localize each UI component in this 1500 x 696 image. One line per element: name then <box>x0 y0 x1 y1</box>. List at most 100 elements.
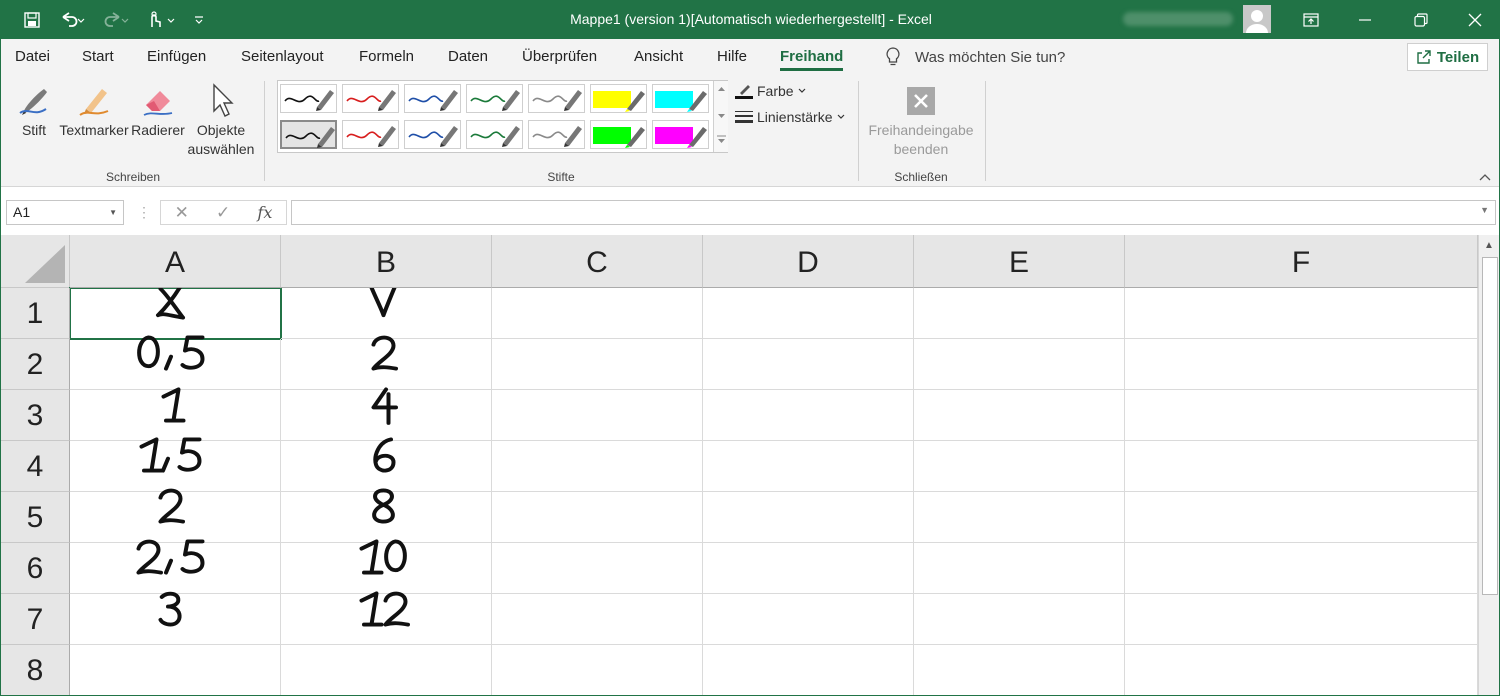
pen-swatch[interactable] <box>528 84 585 113</box>
expand-formula-bar-icon[interactable]: ▼ <box>1480 205 1489 215</box>
column-header-c[interactable]: C <box>492 235 703 288</box>
row-header-3[interactable]: 3 <box>1 390 70 441</box>
cell-c3[interactable] <box>492 390 703 441</box>
ribbon-display-options-icon[interactable] <box>1287 1 1335 39</box>
column-header-d[interactable]: D <box>703 235 914 288</box>
cell-f4[interactable] <box>1125 441 1478 492</box>
pen-swatch[interactable] <box>590 120 647 149</box>
cell-b8[interactable] <box>281 645 492 695</box>
tab-daten[interactable]: Daten <box>448 48 488 65</box>
cancel-icon[interactable]: ✕ <box>175 203 189 223</box>
formula-input[interactable]: ▼ <box>291 200 1496 225</box>
row-header-2[interactable]: 2 <box>1 339 70 390</box>
textmarker-button[interactable]: Textmarker <box>59 81 129 140</box>
row-header-8[interactable]: 8 <box>1 645 70 695</box>
chevron-down-icon[interactable]: ▼ <box>109 201 117 224</box>
tab-freihand[interactable]: Freihand <box>780 48 844 71</box>
cell-b4[interactable] <box>281 441 492 492</box>
pen-swatch[interactable] <box>342 84 399 113</box>
pen-swatch[interactable] <box>466 120 523 149</box>
redo-icon[interactable] <box>97 1 137 39</box>
cell-e1[interactable] <box>914 288 1125 339</box>
insert-function-icon[interactable]: fx <box>257 203 272 222</box>
tab-formeln[interactable]: Formeln <box>359 48 414 65</box>
cell-d5[interactable] <box>703 492 914 543</box>
cell-e5[interactable] <box>914 492 1125 543</box>
collapse-ribbon-icon[interactable] <box>1479 170 1491 184</box>
pen-swatch[interactable] <box>528 120 585 149</box>
cell-a1[interactable] <box>69 287 282 340</box>
cell-b7[interactable] <box>281 594 492 645</box>
tab-datei[interactable]: Datei <box>15 48 50 65</box>
enter-check-icon[interactable]: ✓ <box>216 203 230 223</box>
tab-start[interactable]: Start <box>82 48 114 65</box>
tab-ansicht[interactable]: Ansicht <box>634 48 683 65</box>
cell-f7[interactable] <box>1125 594 1478 645</box>
cell-f8[interactable] <box>1125 645 1478 695</box>
objekte-auswaehlen-button[interactable]: Objekte auswählen <box>187 81 255 159</box>
select-all-corner[interactable] <box>1 235 70 288</box>
cell-e2[interactable] <box>914 339 1125 390</box>
tab-einfuegen[interactable]: Einfügen <box>147 48 206 65</box>
cell-c1[interactable] <box>492 288 703 339</box>
pen-swatch[interactable] <box>652 84 709 113</box>
cell-a7[interactable] <box>70 594 281 645</box>
cell-f5[interactable] <box>1125 492 1478 543</box>
cell-f1[interactable] <box>1125 288 1478 339</box>
radierer-button[interactable]: Radierer <box>131 81 185 140</box>
scroll-up-icon[interactable]: ▲ <box>1484 240 1494 251</box>
pen-swatch[interactable] <box>280 84 337 113</box>
cell-b6[interactable] <box>281 543 492 594</box>
cell-a4[interactable] <box>70 441 281 492</box>
cell-e6[interactable] <box>914 543 1125 594</box>
tab-ueberpruefen[interactable]: Überprüfen <box>522 48 597 65</box>
account-name-redacted[interactable] <box>1123 12 1233 26</box>
tab-hilfe[interactable]: Hilfe <box>717 48 747 65</box>
cell-d1[interactable] <box>703 288 914 339</box>
cell-a8[interactable] <box>70 645 281 695</box>
row-header-1[interactable]: 1 <box>1 288 70 339</box>
row-header-6[interactable]: 6 <box>1 543 70 594</box>
name-box[interactable]: A1 ▼ <box>6 200 124 225</box>
cell-b3[interactable] <box>281 390 492 441</box>
share-button[interactable]: Teilen <box>1407 43 1488 71</box>
pen-swatch[interactable] <box>590 84 647 113</box>
stift-button[interactable]: Stift <box>11 81 57 140</box>
cell-b5[interactable] <box>281 492 492 543</box>
vertical-scrollbar[interactable]: ▲ <box>1478 235 1499 695</box>
cell-e3[interactable] <box>914 390 1125 441</box>
restore-icon[interactable] <box>1397 1 1445 39</box>
avatar[interactable] <box>1243 5 1271 33</box>
tell-me-search[interactable]: Was möchten Sie tun? <box>885 47 1065 67</box>
cell-d2[interactable] <box>703 339 914 390</box>
cell-b1[interactable] <box>281 288 492 339</box>
cell-a3[interactable] <box>70 390 281 441</box>
cell-a6[interactable] <box>70 543 281 594</box>
gallery-scroll-arrows-icon[interactable] <box>714 81 729 152</box>
cell-e8[interactable] <box>914 645 1125 695</box>
row-header-4[interactable]: 4 <box>1 441 70 492</box>
scroll-thumb[interactable] <box>1482 257 1498 595</box>
cell-f3[interactable] <box>1125 390 1478 441</box>
undo-icon[interactable] <box>53 1 93 39</box>
cell-a5[interactable] <box>70 492 281 543</box>
column-header-a[interactable]: A <box>70 235 281 288</box>
pen-swatch[interactable] <box>652 120 709 149</box>
column-header-b[interactable]: B <box>281 235 492 288</box>
cell-e7[interactable] <box>914 594 1125 645</box>
cell-d8[interactable] <box>703 645 914 695</box>
cell-a2[interactable] <box>70 339 281 390</box>
freihandeingabe-beenden-button[interactable]: Freihandeingabe beenden <box>863 81 979 159</box>
cell-c2[interactable] <box>492 339 703 390</box>
column-header-e[interactable]: E <box>914 235 1125 288</box>
pen-swatch[interactable] <box>280 120 337 149</box>
row-header-7[interactable]: 7 <box>1 594 70 645</box>
cell-f2[interactable] <box>1125 339 1478 390</box>
cell-c6[interactable] <box>492 543 703 594</box>
cell-d3[interactable] <box>703 390 914 441</box>
touch-mode-icon[interactable] <box>141 1 181 39</box>
cell-b2[interactable] <box>281 339 492 390</box>
close-icon[interactable] <box>1451 1 1499 39</box>
cell-c8[interactable] <box>492 645 703 695</box>
cell-d4[interactable] <box>703 441 914 492</box>
